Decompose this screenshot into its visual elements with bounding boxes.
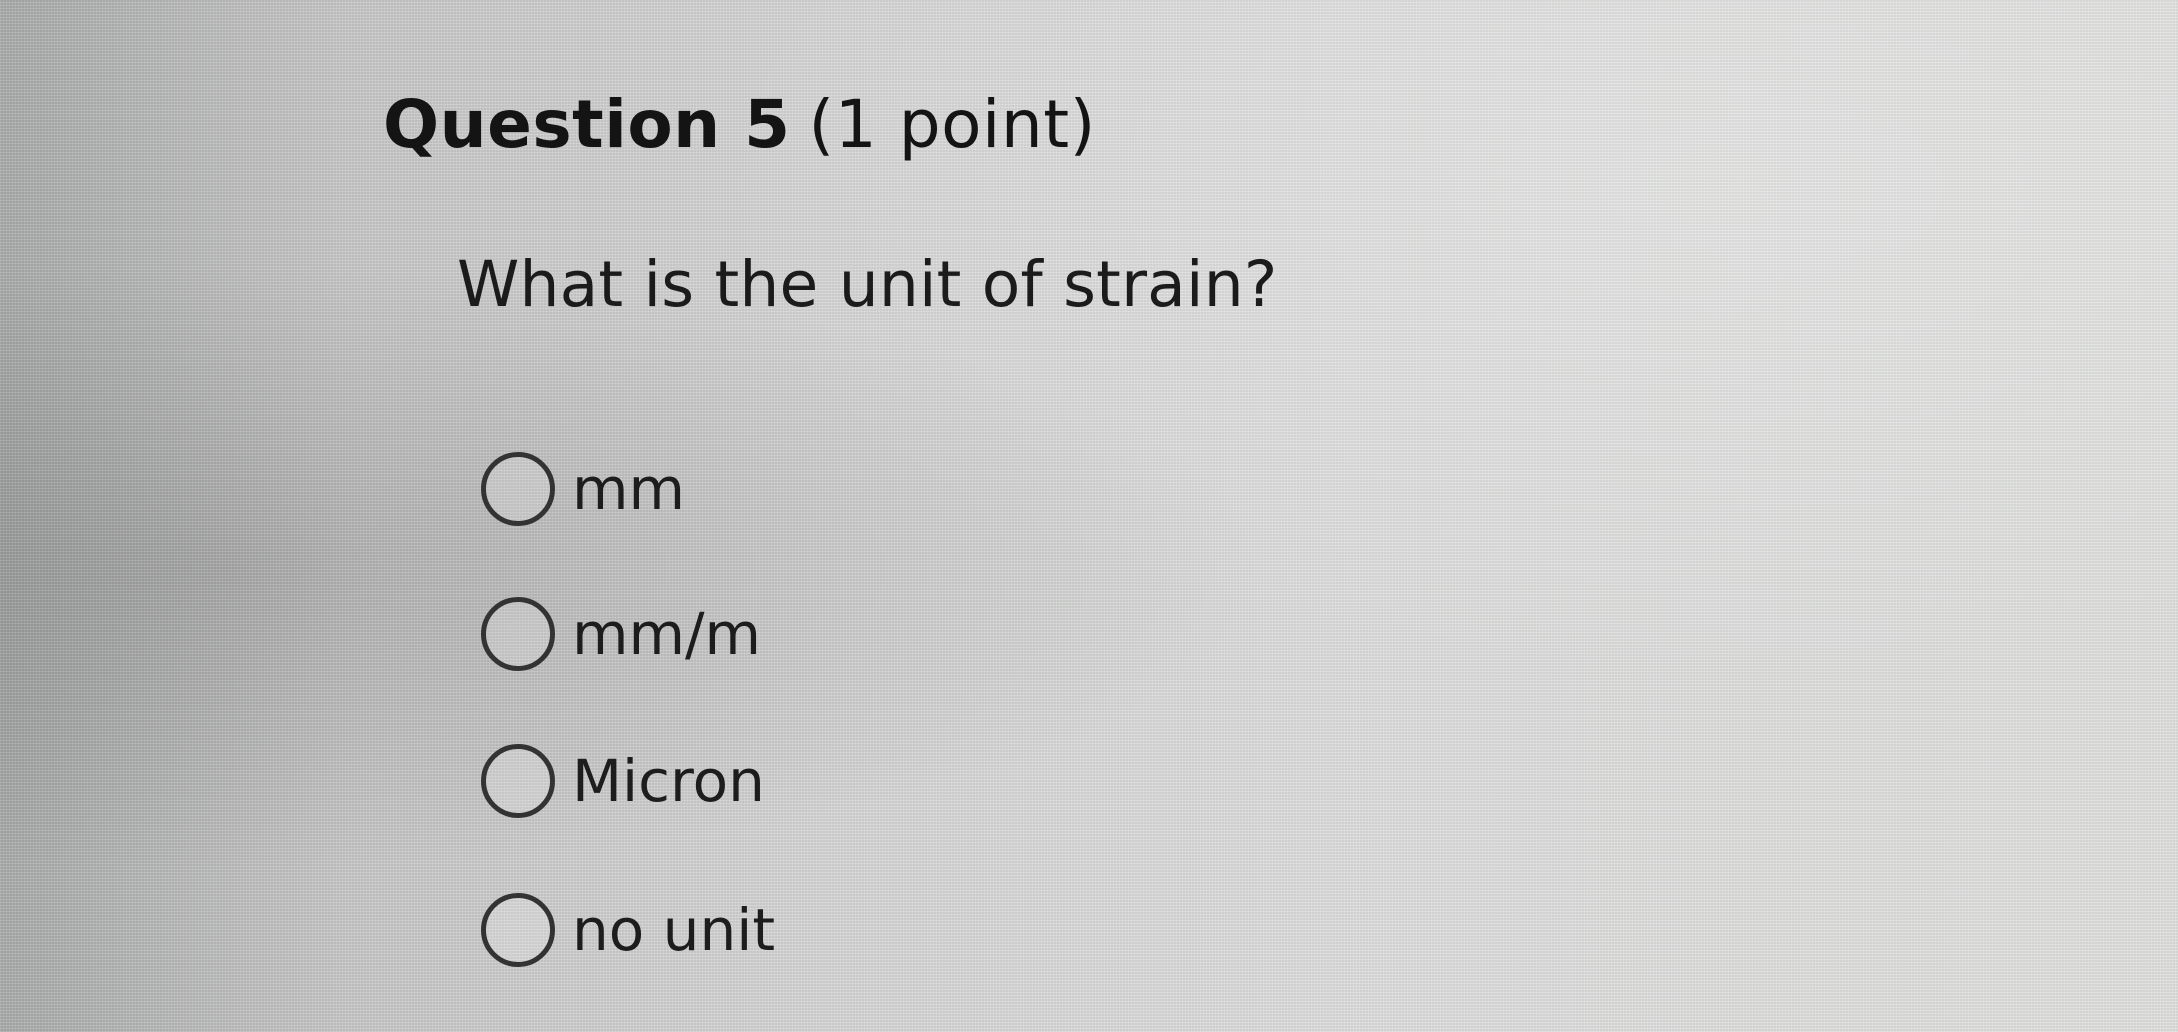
- answer-option-mm-per-m[interactable]: mm/m: [481, 584, 981, 684]
- answer-option-no-unit[interactable]: no unit: [481, 880, 981, 980]
- radio-button[interactable]: [481, 744, 555, 818]
- answer-label: no unit: [572, 896, 776, 964]
- answer-label: mm: [572, 455, 685, 523]
- answer-label: Micron: [572, 747, 765, 815]
- question-number: Question 5: [383, 86, 791, 163]
- question-points: (1 point): [808, 86, 1096, 163]
- answer-label: mm/m: [572, 600, 762, 668]
- question-title: Question 5 (1 point): [383, 86, 1096, 164]
- question-text: What is the unit of strain?: [457, 248, 1278, 321]
- radio-button[interactable]: [481, 452, 555, 526]
- radio-button[interactable]: [481, 597, 555, 671]
- answer-option-mm[interactable]: mm: [481, 439, 981, 539]
- answer-option-micron[interactable]: Micron: [481, 731, 981, 831]
- answer-options: mm mm/m Micron no unit: [481, 439, 1081, 999]
- radio-button[interactable]: [481, 893, 555, 967]
